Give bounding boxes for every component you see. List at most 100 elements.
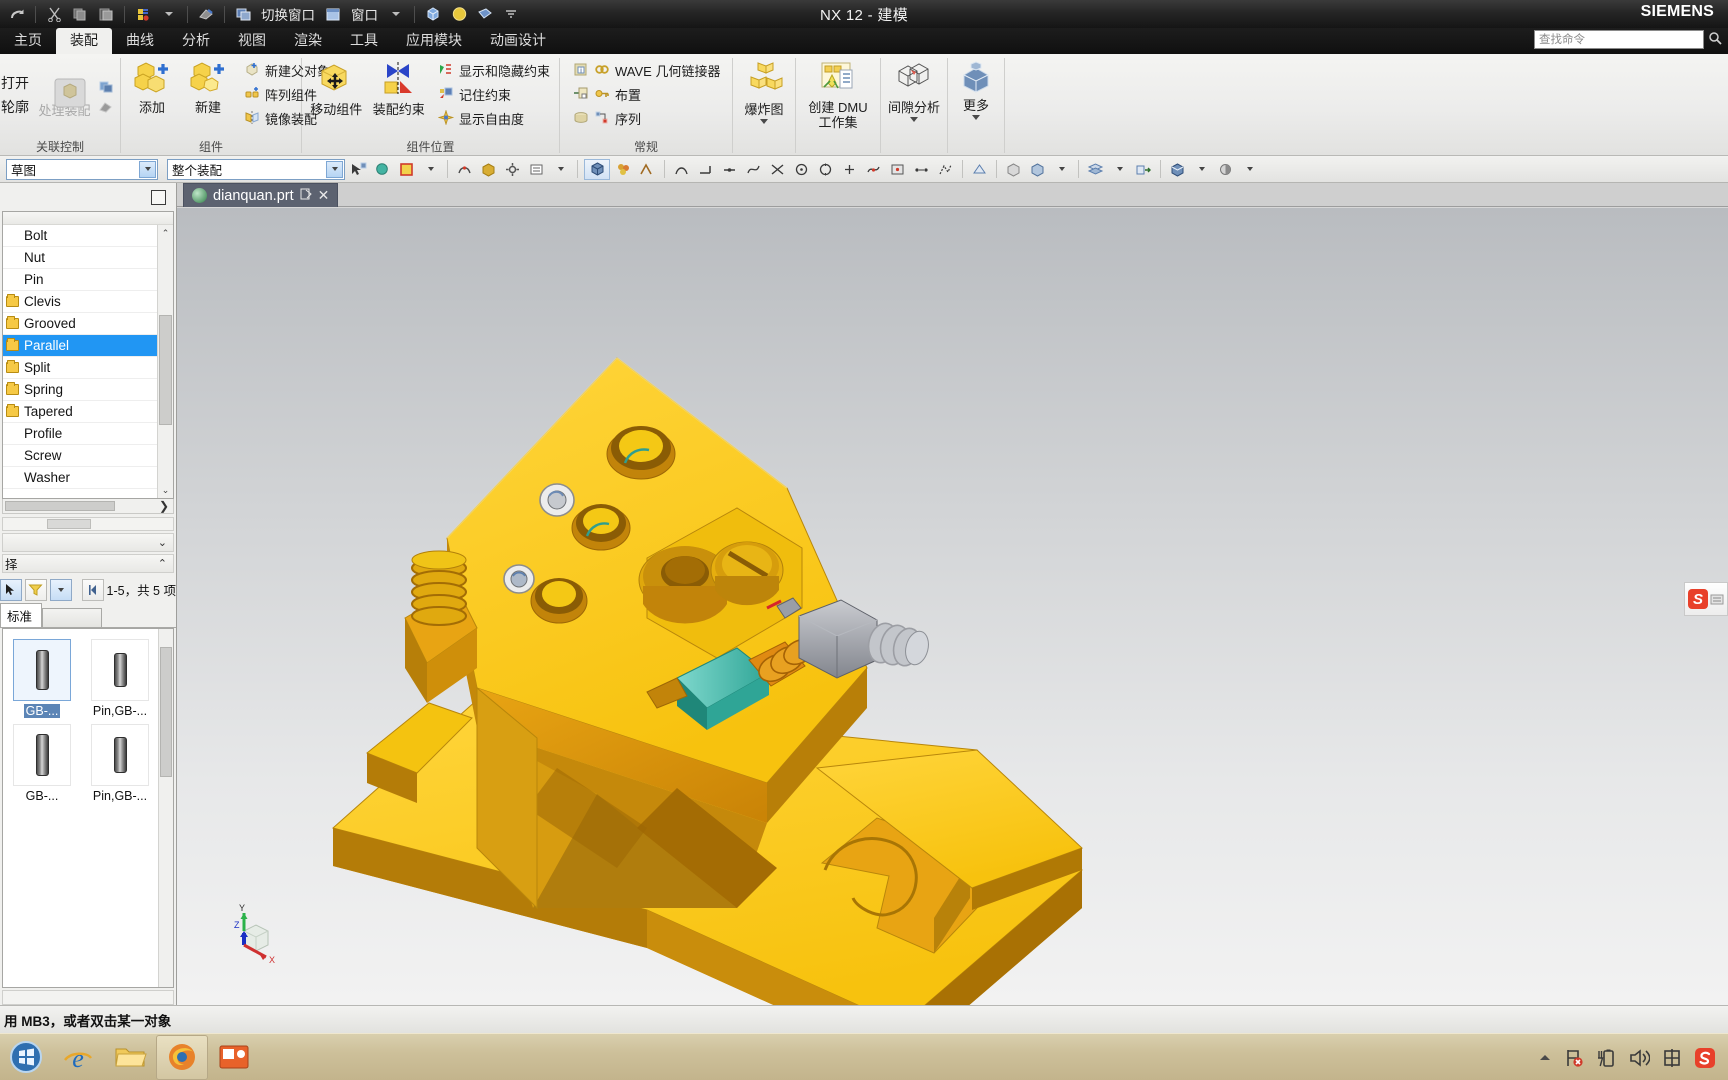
curve-rule-dropdown[interactable]: 草图 bbox=[6, 158, 158, 180]
filter-list-icon[interactable] bbox=[526, 159, 547, 180]
sogou-floating-toolbar[interactable]: S bbox=[1684, 582, 1728, 616]
switch-window-label[interactable]: 切换窗口 bbox=[258, 4, 318, 24]
file-explorer-icon[interactable] bbox=[104, 1035, 156, 1080]
between-points-icon[interactable] bbox=[911, 159, 932, 180]
tab-tools[interactable]: 工具 bbox=[336, 28, 392, 54]
show-object-icon[interactable] bbox=[1027, 159, 1048, 180]
wireframe-icon[interactable] bbox=[474, 4, 496, 25]
scroll-down-icon[interactable]: ⌄ bbox=[158, 482, 174, 498]
secondary-horizontal-scrollbar[interactable] bbox=[2, 517, 174, 531]
tree-item-spring[interactable]: Spring bbox=[3, 379, 173, 401]
add-component-button[interactable]: 添加 bbox=[125, 58, 179, 118]
snap-settings-icon[interactable] bbox=[502, 159, 523, 180]
assembly-constraint-button[interactable]: 装配约束 bbox=[368, 58, 428, 120]
sequences-button[interactable]: 序列 bbox=[568, 106, 725, 130]
show-degrees-of-freedom-button[interactable]: 显示自由度 bbox=[433, 106, 555, 130]
paste-icon[interactable] bbox=[95, 4, 117, 25]
layer-settings-icon[interactable] bbox=[1085, 159, 1106, 180]
chevron-down-icon[interactable] bbox=[326, 160, 343, 178]
more-commands-button[interactable]: 更多 bbox=[949, 58, 1003, 123]
tree-item-washer[interactable]: Washer bbox=[3, 467, 173, 489]
orientation-triad[interactable]: Y Z X bbox=[222, 895, 292, 965]
firefox-icon[interactable] bbox=[156, 1034, 208, 1080]
thumbnail-vertical-scrollbar[interactable] bbox=[158, 629, 173, 987]
tree-item-profile[interactable]: Profile bbox=[3, 423, 173, 445]
chevron-down-icon[interactable] bbox=[1109, 159, 1130, 180]
quadrant-point-icon[interactable] bbox=[815, 159, 836, 180]
filter-button[interactable] bbox=[24, 578, 47, 601]
close-icon[interactable]: ✕ bbox=[318, 187, 330, 204]
copy-icon[interactable] bbox=[69, 4, 91, 25]
tab-analysis[interactable]: 分析 bbox=[168, 28, 224, 54]
list-item[interactable]: GB-... bbox=[3, 718, 81, 803]
tab-extra[interactable] bbox=[42, 608, 103, 627]
remember-constraint-button[interactable]: 记住约束 bbox=[433, 82, 555, 106]
network-error-icon[interactable] bbox=[1564, 1048, 1584, 1068]
expand-more-icon[interactable]: ❯ bbox=[159, 499, 169, 513]
chevron-down-icon[interactable] bbox=[1239, 159, 1260, 180]
ime-chinese-icon[interactable] bbox=[1662, 1048, 1682, 1068]
scrollbar-thumb[interactable] bbox=[159, 315, 172, 425]
select-cursor-button[interactable] bbox=[0, 578, 22, 601]
thumbnail-horizontal-scrollbar[interactable] bbox=[2, 990, 174, 1005]
point-on-curve-icon[interactable] bbox=[863, 159, 884, 180]
tab-view[interactable]: 视图 bbox=[224, 28, 280, 54]
eraser-icon[interactable] bbox=[195, 4, 217, 25]
process-assembly-button[interactable]: 处理装配 bbox=[36, 74, 93, 121]
chevron-down-icon[interactable] bbox=[550, 159, 571, 180]
point-icon[interactable] bbox=[671, 159, 692, 180]
tree-item-nut[interactable]: Nut bbox=[3, 247, 173, 269]
shaded-display-toggle[interactable] bbox=[584, 158, 610, 180]
chevron-down-icon[interactable] bbox=[760, 119, 768, 124]
tab-standard[interactable]: 标准 bbox=[0, 603, 43, 627]
point-on-face-icon[interactable] bbox=[887, 159, 908, 180]
media-app-icon[interactable] bbox=[208, 1035, 260, 1080]
tree-item-screw[interactable]: Screw bbox=[3, 445, 173, 467]
tree-item-clevis[interactable]: Clevis bbox=[3, 291, 173, 313]
tree-item-parallel[interactable]: Parallel bbox=[3, 335, 173, 357]
edge-color-icon[interactable] bbox=[637, 159, 658, 180]
tab-curve[interactable]: 曲线 bbox=[112, 28, 168, 54]
scroll-up-icon[interactable]: ⌃ bbox=[158, 225, 174, 241]
tree-item-pin[interactable]: Pin bbox=[3, 269, 173, 291]
chevron-down-icon[interactable] bbox=[420, 159, 441, 180]
view-orientation-icon[interactable] bbox=[1167, 159, 1188, 180]
tab-home[interactable]: 主页 bbox=[0, 28, 56, 54]
tree-item-tapered[interactable]: Tapered bbox=[3, 401, 173, 423]
chevron-down-icon[interactable] bbox=[139, 160, 156, 178]
section-collapse-row-2[interactable]: 择 ⌃ bbox=[2, 554, 174, 573]
show-hide-constraints-button[interactable]: 显示和隐藏约束 bbox=[433, 58, 555, 82]
chevron-down-icon[interactable]: ⌄ bbox=[158, 536, 167, 549]
tab-animation-design[interactable]: 动画设计 bbox=[476, 28, 560, 54]
list-item[interactable]: GB-... bbox=[3, 633, 81, 718]
display-options-caret-icon[interactable] bbox=[500, 4, 522, 25]
snap-cube-icon[interactable] bbox=[478, 159, 499, 180]
tree-item-split[interactable]: Split bbox=[3, 357, 173, 379]
midpoint-icon[interactable] bbox=[719, 159, 740, 180]
wave-geometry-linker-button[interactable]: i WAVE 几何链接器 bbox=[568, 58, 725, 82]
snap-point-icon[interactable] bbox=[454, 159, 475, 180]
shaded-icon[interactable] bbox=[448, 4, 470, 25]
wave-link-icon[interactable] bbox=[95, 75, 116, 96]
hide-object-icon[interactable] bbox=[1003, 159, 1024, 180]
existing-point-icon[interactable] bbox=[839, 159, 860, 180]
show-hidden-icons-icon[interactable] bbox=[1538, 1053, 1552, 1063]
chevron-down-icon[interactable] bbox=[1051, 159, 1072, 180]
assembly-cut-icon[interactable] bbox=[95, 96, 116, 117]
create-dmu-workset-button[interactable]: 创建 DMU 工作集 bbox=[802, 58, 874, 133]
search-icon[interactable] bbox=[1708, 31, 1722, 48]
window-icon[interactable] bbox=[322, 4, 344, 25]
first-page-button[interactable] bbox=[81, 578, 104, 601]
chevron-down-icon[interactable] bbox=[910, 117, 918, 122]
select-general-objects-icon[interactable] bbox=[348, 159, 369, 180]
arrangements-button[interactable]: 布置 bbox=[568, 82, 725, 106]
profile-button[interactable]: 轮廓 bbox=[0, 95, 34, 119]
sogou-keyboard-icon[interactable] bbox=[1710, 591, 1724, 607]
endpoint-icon[interactable] bbox=[695, 159, 716, 180]
switch-window-icon[interactable] bbox=[232, 4, 254, 25]
render-style-icon[interactable] bbox=[1215, 159, 1236, 180]
find-command-input[interactable]: 查找命令 bbox=[1534, 30, 1704, 49]
battery-icon[interactable] bbox=[1596, 1048, 1616, 1068]
control-point-icon[interactable] bbox=[743, 159, 764, 180]
open-button[interactable]: 打开 bbox=[0, 71, 34, 95]
